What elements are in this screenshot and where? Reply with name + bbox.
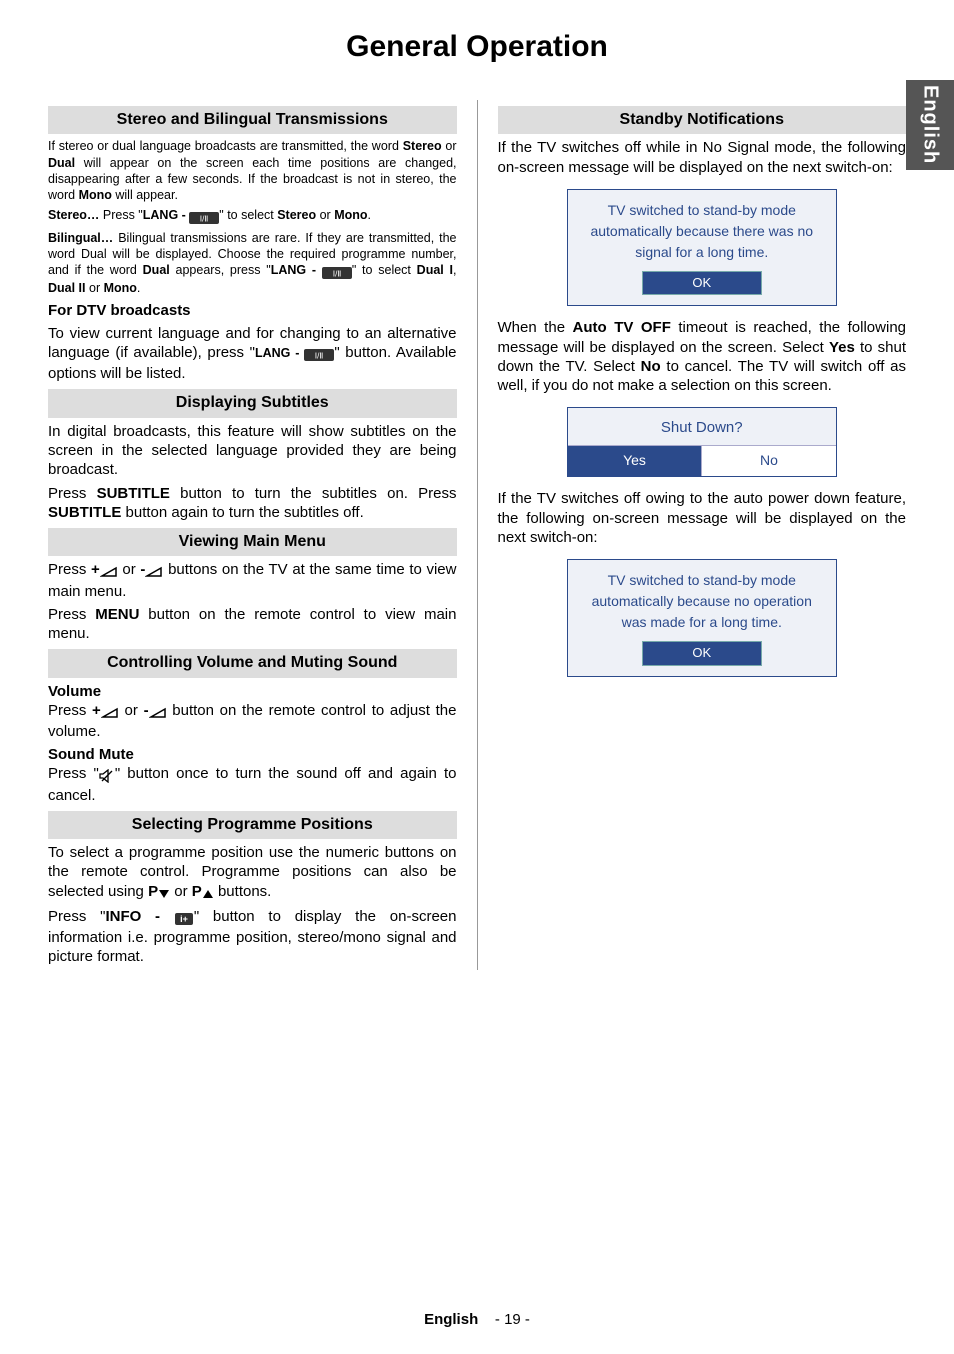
volume-paragraph: Press + or - button on the remote contro… <box>48 701 457 741</box>
osd-shut-down: Shut Down? Yes No <box>567 407 837 477</box>
info-icon: i+ <box>174 909 194 928</box>
section-subtitles-header: Displaying Subtitles <box>48 389 457 417</box>
dtv-paragraph: To view current language and for changin… <box>48 324 457 384</box>
triangle-down-icon <box>158 884 170 903</box>
footer-page-number: - 19 - <box>495 1311 530 1328</box>
svg-text:i+: i+ <box>180 914 188 924</box>
svg-text:Ⅰ/Ⅱ: Ⅰ/Ⅱ <box>200 215 209 224</box>
osd-button-row: Yes No <box>568 445 836 476</box>
page-footer: English - 19 - <box>0 1311 954 1328</box>
mute-icon <box>99 766 115 785</box>
right-column: Standby Notifications If the TV switches… <box>498 100 907 970</box>
mute-paragraph: Press "" button once to turn the sound o… <box>48 764 457 804</box>
standby-paragraph-1: If the TV switches off while in No Signa… <box>498 138 907 176</box>
lang-i-ii-icon: Ⅰ/Ⅱ <box>189 209 219 225</box>
osd-yes-button[interactable]: Yes <box>568 446 703 476</box>
osd-ok-button[interactable]: OK <box>642 641 762 666</box>
volume-label: Volume <box>48 682 457 701</box>
volume-up-icon <box>100 562 118 581</box>
stereo-paragraph-1: If stereo or dual language broadcasts ar… <box>48 138 457 203</box>
programme-paragraph-2: Press "INFO - i+" button to display the … <box>48 907 457 967</box>
left-column: Stereo and Bilingual Transmissions If st… <box>48 100 457 970</box>
osd-no-button[interactable]: No <box>702 446 836 476</box>
column-divider <box>477 100 478 970</box>
page-title: General Operation <box>48 30 906 64</box>
triangle-up-icon <box>202 884 214 903</box>
section-programme-header: Selecting Programme Positions <box>48 811 457 839</box>
osd-no-operation: TV switched to stand-by mode automatical… <box>567 559 837 677</box>
osd-message: TV switched to stand-by mode automatical… <box>576 570 828 633</box>
mute-label: Sound Mute <box>48 745 457 764</box>
lang-i-ii-icon: Ⅰ/Ⅱ <box>304 345 334 364</box>
programme-paragraph-1: To select a programme position use the n… <box>48 843 457 903</box>
section-standby-header: Standby Notifications <box>498 106 907 134</box>
page: General Operation English Stereo and Bil… <box>0 0 954 1354</box>
main-menu-paragraph-1: Press + or - buttons on the TV at the sa… <box>48 560 457 600</box>
volume-down-icon <box>149 703 167 722</box>
osd-question: Shut Down? <box>568 408 836 445</box>
section-main-menu-header: Viewing Main Menu <box>48 528 457 556</box>
stereo-line-2: Stereo… Press "LANG - Ⅰ/Ⅱ" to select Ste… <box>48 207 457 225</box>
side-tab-label: English <box>919 85 942 164</box>
svg-text:Ⅰ/Ⅱ: Ⅰ/Ⅱ <box>333 269 342 278</box>
main-menu-paragraph-2: Press MENU button on the remote control … <box>48 605 457 643</box>
subtitles-paragraph-1: In digital broadcasts, this feature will… <box>48 422 457 480</box>
volume-down-icon <box>145 562 163 581</box>
lang-i-ii-icon: Ⅰ/Ⅱ <box>322 264 352 280</box>
osd-message: TV switched to stand-by mode automatical… <box>576 200 828 263</box>
svg-text:Ⅰ/Ⅱ: Ⅰ/Ⅱ <box>315 352 324 361</box>
dtv-header: For DTV broadcasts <box>48 301 457 320</box>
osd-ok-button[interactable]: OK <box>642 271 762 296</box>
standby-paragraph-3: If the TV switches off owing to the auto… <box>498 489 907 547</box>
section-volume-header: Controlling Volume and Muting Sound <box>48 649 457 677</box>
standby-paragraph-2: When the Auto TV OFF timeout is reached,… <box>498 318 907 395</box>
bilingual-paragraph: Bilingual… Bilingual transmissions are r… <box>48 230 457 297</box>
subtitles-paragraph-2: Press SUBTITLE button to turn the subtit… <box>48 484 457 522</box>
section-stereo-header: Stereo and Bilingual Transmissions <box>48 106 457 134</box>
footer-language: English <box>424 1311 478 1328</box>
volume-up-icon <box>101 703 119 722</box>
language-side-tab: English <box>906 80 954 170</box>
content-columns: Stereo and Bilingual Transmissions If st… <box>48 100 906 970</box>
osd-no-signal: TV switched to stand-by mode automatical… <box>567 189 837 307</box>
